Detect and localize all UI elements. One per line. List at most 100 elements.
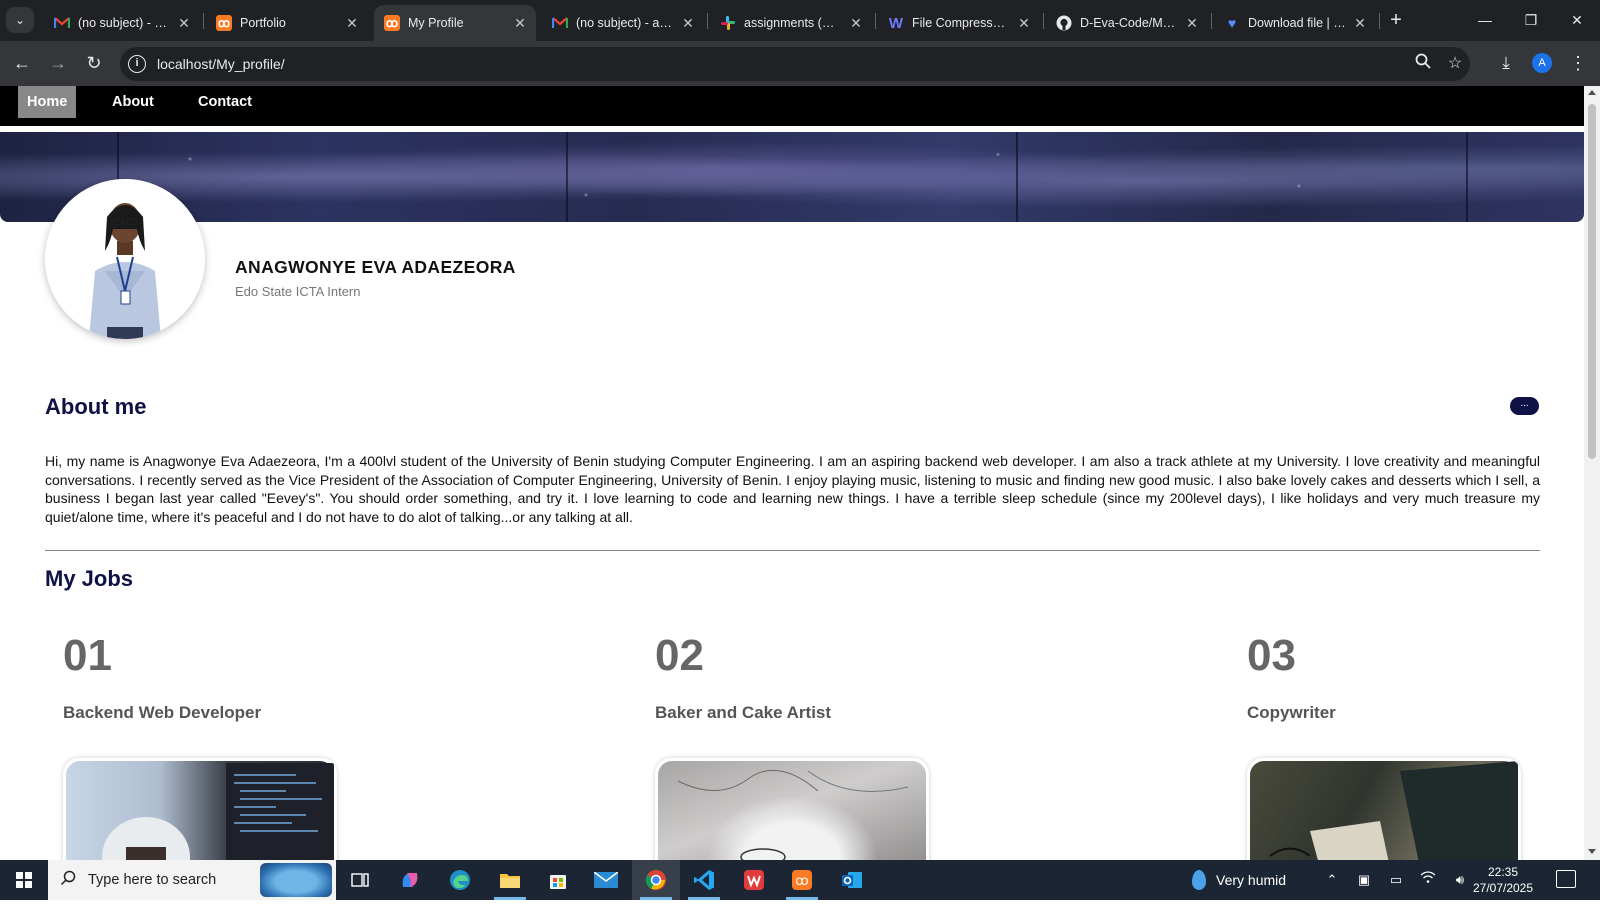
volume-icon[interactable]: 🔊︎	[1450, 870, 1470, 890]
restore-icon[interactable]: ❐	[1508, 0, 1554, 40]
close-icon[interactable]: ✕	[512, 15, 528, 32]
slack-icon	[720, 15, 736, 31]
vscode-icon[interactable]	[680, 860, 728, 900]
job-title: Baker and Cake Artist	[655, 703, 832, 722]
xampp-icon[interactable]: ꝏ	[778, 860, 826, 900]
close-icon[interactable]: ✕	[344, 15, 360, 32]
scrollbar-thumb[interactable]	[1588, 104, 1596, 459]
cover-banner	[0, 132, 1584, 222]
banner-seam	[1016, 132, 1018, 222]
nav-link-home[interactable]: Home	[18, 86, 77, 118]
heart-icon: ♥	[1227, 15, 1237, 31]
job-image-writing	[1250, 761, 1518, 860]
window-close-icon[interactable]: ✕	[1554, 0, 1600, 40]
browser-tab-strip: ⌄ (no subject) - anag ✕ ꝏ Portfolio ✕ ꝏ …	[0, 0, 1600, 41]
clock-date: 27/07/2025	[1472, 881, 1534, 895]
wps-office-icon[interactable]	[730, 860, 778, 900]
jobs-heading: My Jobs	[45, 566, 134, 591]
profile-name: ANAGWONYE EVA ADAEZEORA	[235, 257, 516, 277]
about-paragraph: Hi, my name is Anagwonye Eva Adaezeora, …	[45, 453, 1540, 525]
more-button[interactable]: ...	[1510, 397, 1539, 415]
task-view-icon[interactable]	[336, 860, 384, 900]
close-icon[interactable]: ✕	[848, 15, 864, 32]
humidity-icon	[1192, 870, 1206, 890]
search-highlight-image	[260, 863, 332, 897]
job-image-code	[66, 761, 334, 860]
chrome-icon[interactable]	[632, 860, 680, 900]
copilot-icon[interactable]	[386, 860, 434, 900]
file-explorer-icon[interactable]	[486, 860, 534, 900]
tab-title: My Profile	[408, 16, 464, 30]
browser-tab[interactable]: assignments (Char ✕	[710, 5, 872, 41]
notification-icon[interactable]	[1556, 870, 1576, 888]
wifi-icon[interactable]	[1418, 870, 1438, 890]
site-navbar: Home About Contact	[0, 86, 1584, 126]
taskbar-clock[interactable]: 22:35 27/07/2025	[1468, 864, 1538, 896]
job-card[interactable]	[655, 758, 929, 860]
site-info-icon[interactable]: i	[128, 55, 146, 73]
url-text[interactable]: localhost/My_profile/	[157, 56, 285, 72]
taskbar-search-box[interactable]: Type here to search	[48, 860, 336, 900]
download-icon[interactable]: ⤓	[1494, 51, 1518, 75]
bookmark-star-icon[interactable]: ☆	[1444, 53, 1466, 75]
profile-role: Edo State ICTA Intern	[235, 284, 361, 299]
job-card[interactable]	[1247, 758, 1521, 860]
gmail-icon	[552, 15, 568, 31]
job-card[interactable]	[63, 758, 337, 860]
section-divider	[45, 550, 1540, 551]
tab-title: assignments (Char	[744, 16, 842, 30]
search-placeholder: Type here to search	[88, 872, 217, 888]
chevron-up-icon[interactable]: ⌃	[1322, 870, 1342, 890]
browser-tab-active[interactable]: ꝏ My Profile ✕	[374, 5, 536, 41]
forward-arrow-icon[interactable]: →	[46, 51, 70, 75]
nav-link-contact[interactable]: Contact	[189, 86, 261, 118]
minimize-icon[interactable]: —	[1462, 0, 1508, 40]
tab-title: File Compressor -	[912, 16, 1010, 30]
gmail-icon	[54, 15, 70, 31]
browser-tab[interactable]: W File Compressor - ✕	[878, 5, 1040, 41]
tab-separator	[1211, 13, 1212, 29]
browser-toolbar: ← → ↻ i localhost/My_profile/ ☆ ⤓ A ⋮	[0, 41, 1600, 86]
scroll-up-icon[interactable]	[1588, 90, 1596, 95]
xampp-icon: ꝏ	[384, 15, 400, 31]
windows-taskbar: Type here to search ꝏ Very humid ⌃ ▣ ▭ 🔊…	[0, 860, 1600, 900]
job-image-cake	[658, 761, 926, 860]
page-scrollbar[interactable]	[1584, 86, 1600, 860]
scroll-down-icon[interactable]	[1588, 849, 1596, 854]
zoom-icon[interactable]	[1412, 53, 1434, 75]
tab-search-button[interactable]: ⌄	[6, 7, 34, 33]
back-arrow-icon[interactable]: ←	[10, 51, 34, 75]
browser-tab[interactable]: (no subject) - anag ✕	[542, 5, 704, 41]
tab-separator	[707, 13, 708, 29]
job-number: 02	[655, 631, 704, 680]
tab-title: D-Eva-Code/My_p	[1080, 16, 1178, 30]
avatar[interactable]: A	[1532, 53, 1552, 73]
close-icon[interactable]: ✕	[1352, 15, 1368, 32]
close-icon[interactable]: ✕	[1184, 15, 1200, 32]
outlook-icon[interactable]	[828, 860, 876, 900]
weather-widget[interactable]: Very humid	[1192, 860, 1286, 900]
reload-icon[interactable]: ↻	[82, 51, 106, 75]
battery-icon[interactable]: ▭	[1386, 870, 1406, 890]
store-icon[interactable]	[534, 860, 582, 900]
edge-icon[interactable]	[436, 860, 484, 900]
job-number: 01	[63, 631, 112, 680]
mail-icon[interactable]	[582, 860, 630, 900]
browser-tab[interactable]: (no subject) - anag ✕	[44, 5, 200, 41]
browser-tab[interactable]: ♥ Download file | iLo ✕	[1214, 5, 1376, 41]
kebab-menu-icon[interactable]: ⋮	[1568, 51, 1588, 75]
nav-link-about[interactable]: About	[103, 86, 163, 118]
page-viewport: Home About Contact ANAGWONYE EVA ADAEZEO…	[0, 86, 1600, 860]
meet-now-icon[interactable]: ▣	[1354, 870, 1374, 890]
close-icon[interactable]: ✕	[680, 15, 696, 32]
close-icon[interactable]: ✕	[176, 15, 192, 32]
address-bar[interactable]: i localhost/My_profile/ ☆	[120, 47, 1470, 81]
job-title: Backend Web Developer	[63, 703, 262, 722]
windows-start-icon[interactable]	[0, 860, 48, 900]
browser-tab[interactable]: ꝏ Portfolio ✕	[206, 5, 368, 41]
new-tab-button[interactable]: +	[1384, 8, 1408, 32]
job-title: Copywriter	[1247, 703, 1336, 722]
github-icon	[1056, 15, 1072, 31]
browser-tab[interactable]: D-Eva-Code/My_p ✕	[1046, 5, 1208, 41]
close-icon[interactable]: ✕	[1016, 15, 1032, 32]
